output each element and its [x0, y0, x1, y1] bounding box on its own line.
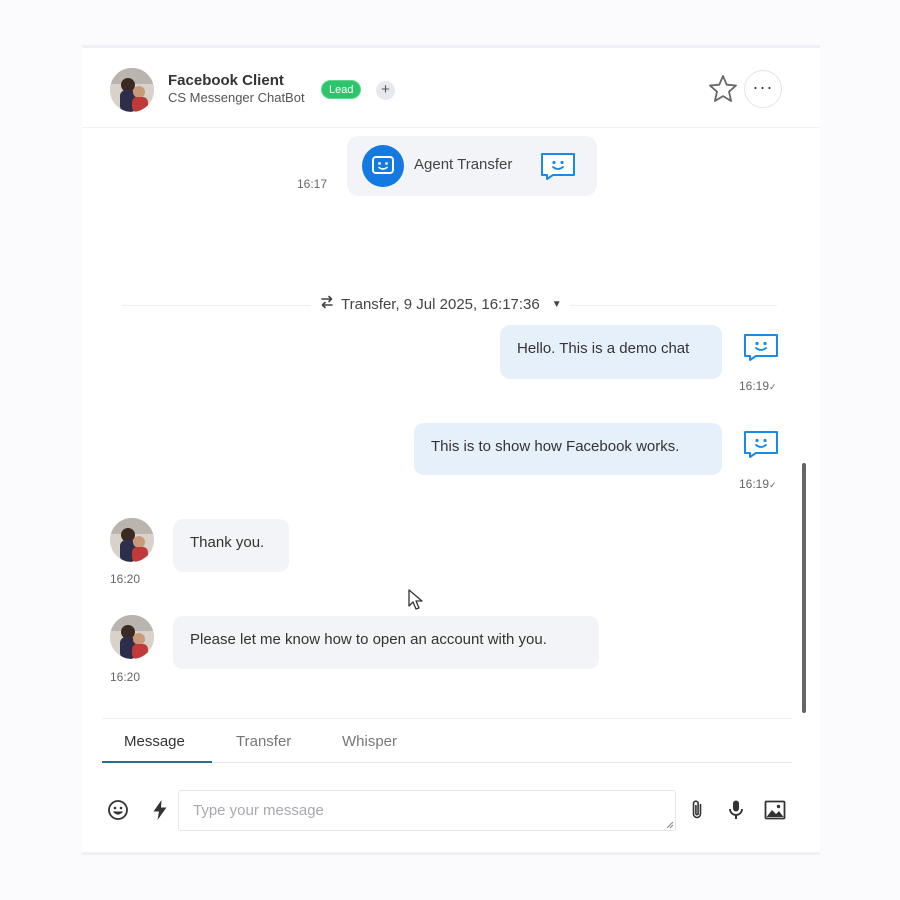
agent-transfer-label: Agent Transfer: [414, 156, 513, 173]
message-bubble-incoming: Thank you.: [173, 519, 289, 572]
chat-header: Facebook Client CS Messenger ChatBot Lea…: [82, 48, 820, 128]
channel-subtitle: CS Messenger ChatBot: [168, 90, 305, 105]
transcript-scrollbar[interactable]: [802, 463, 806, 713]
message-time: 16:19✓: [739, 477, 777, 491]
composer-tabs: Message Transfer Whisper: [102, 718, 792, 763]
transfer-divider[interactable]: Transfer, 9 Jul 2025, 16:17:36 ▼: [311, 293, 570, 317]
resize-handle-icon[interactable]: [664, 819, 674, 829]
chatbot-icon: [541, 153, 575, 180]
tab-transfer[interactable]: Transfer: [236, 733, 291, 750]
contact-name: Facebook Client: [168, 72, 284, 89]
chat-panel: Facebook Client CS Messenger ChatBot Lea…: [82, 45, 820, 855]
active-tab-indicator: [102, 761, 212, 763]
contact-avatar: [110, 518, 154, 562]
sent-check-icon: ✓: [769, 480, 777, 490]
emoji-icon[interactable]: [106, 798, 130, 822]
agent-transfer-icon: [362, 145, 404, 187]
transfer-divider-text: Transfer, 9 Jul 2025, 16:17:36: [341, 296, 540, 313]
tab-message[interactable]: Message: [124, 733, 185, 750]
caret-down-icon[interactable]: ▼: [552, 293, 562, 317]
sent-check-icon: ✓: [769, 382, 777, 392]
tab-whisper[interactable]: Whisper: [342, 733, 397, 750]
contact-avatar[interactable]: [110, 68, 154, 112]
chatbot-icon: [744, 334, 778, 361]
message-transcript[interactable]: 16:17 Agent Transfer Transfer, 9 Jul 202…: [82, 129, 820, 709]
message-time: 16:19✓: [739, 379, 777, 393]
bolt-icon[interactable]: [148, 798, 172, 822]
message-bubble-outgoing: Hello. This is a demo chat: [500, 325, 722, 379]
chatbot-icon: [744, 431, 778, 458]
microphone-icon[interactable]: [724, 798, 748, 822]
image-icon[interactable]: [763, 798, 787, 822]
message-time: 16:20: [110, 670, 141, 684]
agent-transfer-card: Agent Transfer: [347, 136, 597, 196]
paperclip-icon[interactable]: [685, 798, 709, 822]
agent-transfer-time: 16:17: [297, 177, 328, 191]
transfer-icon: [321, 295, 333, 309]
add-tag-icon[interactable]: +: [376, 81, 395, 100]
mouse-cursor-icon: [408, 589, 423, 610]
more-options-button[interactable]: ···: [744, 70, 782, 108]
message-bubble-incoming: Please let me know how to open an accoun…: [173, 616, 599, 669]
contact-avatar: [110, 615, 154, 659]
message-time: 16:20: [110, 572, 141, 586]
lead-badge[interactable]: Lead: [321, 80, 362, 99]
message-input[interactable]: [178, 790, 676, 831]
message-bubble-outgoing: This is to show how Facebook works.: [414, 423, 722, 475]
star-icon[interactable]: [707, 73, 739, 105]
message-composer: [82, 783, 820, 833]
